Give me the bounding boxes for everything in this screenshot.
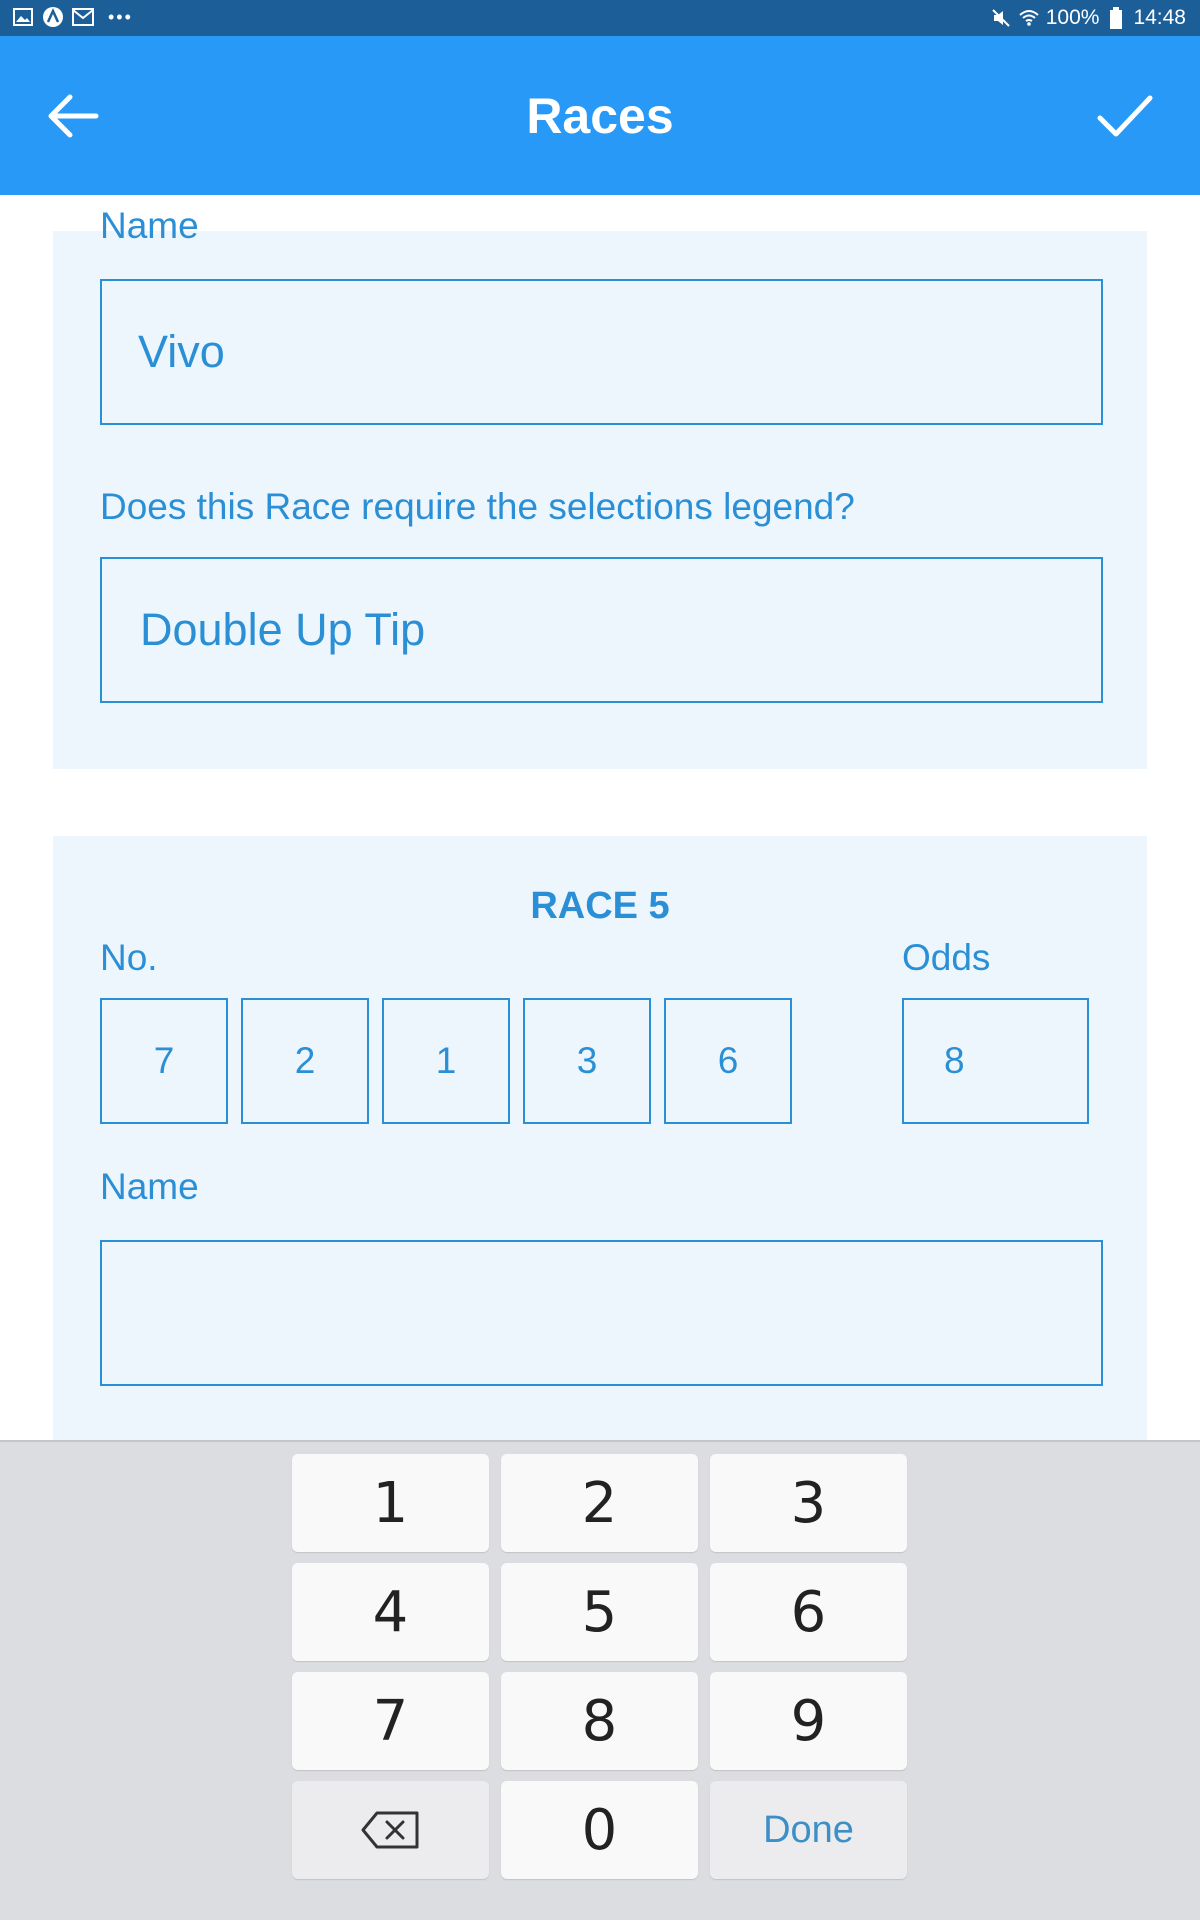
name-field-value: Vivo [138,326,225,377]
key-9[interactable]: 9 [710,1672,907,1770]
race-card-5: RACE 5 No. Odds 7 2 1 3 6 8 Name [53,836,1147,1440]
no-label: No. [100,937,158,978]
key-7[interactable]: 7 [292,1672,489,1770]
content-scroll-area[interactable]: Name Vivo Does this Race require the sel… [0,195,1200,1440]
race-name-field[interactable] [100,1240,1103,1386]
app-bar: Races [0,36,1200,195]
key-5[interactable]: 5 [501,1563,698,1661]
key-8[interactable]: 8 [501,1672,698,1770]
status-bar: ••• 100% 14:48 [0,0,1200,36]
odds-input[interactable]: 8 [902,998,1089,1124]
page-title: Races [526,88,674,144]
selection-number-3[interactable]: 1 [382,998,510,1124]
selection-number-1[interactable]: 7 [100,998,228,1124]
mute-icon [990,7,1012,29]
name-label: Name [100,205,199,246]
check-icon [1097,95,1153,137]
backspace-icon [361,1811,418,1849]
key-0[interactable]: 0 [501,1781,698,1879]
odds-label: Odds [902,937,991,978]
key-1[interactable]: 1 [292,1454,489,1552]
app-a-icon [42,6,64,28]
battery-icon [1105,7,1127,29]
status-time: 14:48 [1133,6,1186,29]
confirm-button[interactable] [1088,86,1162,146]
key-6[interactable]: 6 [710,1563,907,1661]
key-4[interactable]: 4 [292,1563,489,1661]
race-title: RACE 5 [530,885,670,927]
more-dots-icon: ••• [108,7,133,27]
numeric-keyboard: 1 2 3 4 5 6 7 8 9 0 Done [0,1440,1200,1920]
done-key[interactable]: Done [710,1781,907,1879]
key-2[interactable]: 2 [501,1454,698,1552]
name-field[interactable]: Vivo [100,279,1103,425]
legend-select-value: Double Up Tip [140,604,426,655]
race-name-label: Name [100,1166,199,1207]
battery-percent: 100% [1045,6,1100,29]
backspace-key[interactable] [292,1781,489,1879]
gallery-icon [12,6,34,28]
mail-icon [72,6,94,28]
race-card-previous: Name Vivo Does this Race require the sel… [53,205,1147,769]
status-right: 100% 14:48 [990,6,1186,30]
key-3[interactable]: 3 [710,1454,907,1552]
legend-select[interactable]: Double Up Tip [100,557,1103,703]
wifi-icon [1018,7,1040,29]
legend-question: Does this Race require the selections le… [100,486,855,527]
status-left-icons: ••• [12,6,133,28]
selection-number-2[interactable]: 2 [241,998,369,1124]
selection-number-4[interactable]: 3 [523,998,651,1124]
selection-number-5[interactable]: 6 [664,998,792,1124]
